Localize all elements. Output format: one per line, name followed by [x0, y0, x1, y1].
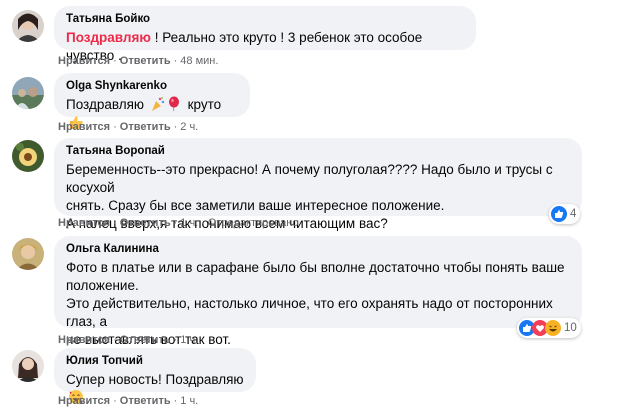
highlighted-text: Поздравляю [66, 30, 151, 45]
reaction-summary[interactable]: 10 [517, 318, 581, 338]
like-reaction-icon [551, 206, 567, 222]
comment-time[interactable]: 48 мин. [180, 55, 218, 67]
like-button[interactable]: Нравится [58, 334, 110, 346]
avatar[interactable] [12, 238, 44, 270]
avatar[interactable] [12, 140, 44, 172]
haha-reaction-icon [545, 320, 561, 336]
reply-button[interactable]: Ответить [120, 55, 171, 67]
reply-button[interactable]: Ответить [120, 217, 171, 229]
reaction-summary[interactable]: 4 [549, 204, 581, 224]
edited-label: Отредактировано [207, 217, 299, 229]
reaction-count: 10 [564, 322, 577, 334]
reply-button[interactable]: Ответить [120, 334, 171, 346]
party-popper-icon [150, 96, 166, 112]
comment-actions: Нравится · Ответить · 1 ч. · Отредактировано [58, 217, 299, 229]
comment-actions: Нравится · Ответить · 1 ч. [58, 334, 199, 346]
comment-actions: Нравится · Ответить · 2 ч. [58, 121, 199, 133]
comment-author[interactable]: Юлия Топчий [66, 354, 244, 369]
avatar[interactable] [12, 10, 44, 42]
comment-bubble: Ольга Калинина Фото в платье или в сараф… [54, 236, 582, 347]
reply-button[interactable]: Ответить [120, 121, 171, 133]
comment-actions: Нравится · Ответить · 1 ч. [58, 395, 199, 407]
balloon-icon [166, 96, 182, 112]
avatar[interactable] [12, 77, 44, 109]
comment-author[interactable]: Ольга Калинина [66, 242, 570, 257]
comment-bubble: Татьяна Бойко Поздравляю ! Реально это к… [54, 6, 476, 63]
like-button[interactable]: Нравится [58, 217, 110, 229]
comment-bubble: Татьяна Воропай Беременность--это прекра… [54, 138, 582, 231]
comment-time[interactable]: 1 ч. [180, 395, 198, 407]
comment-author[interactable]: Татьяна Воропай [66, 144, 570, 159]
like-button[interactable]: Нравится [58, 395, 110, 407]
comment-bubble: Olga Shynkarenko Поздравляю круто [54, 73, 250, 129]
like-button[interactable]: Нравится [58, 55, 110, 67]
comment-author[interactable]: Татьяна Бойко [66, 12, 464, 27]
comment-actions: Нравится · Ответить · 48 мин. [58, 55, 219, 67]
reply-button[interactable]: Ответить [120, 395, 171, 407]
comment-time[interactable]: 2 ч. [180, 121, 198, 133]
comment-author[interactable]: Olga Shynkarenko [66, 79, 238, 94]
comment-time[interactable]: 1 ч. [180, 334, 198, 346]
avatar[interactable] [12, 350, 44, 382]
comment-time[interactable]: 1 ч. [180, 217, 198, 229]
reaction-count: 4 [570, 208, 577, 220]
like-button[interactable]: Нравится [58, 121, 110, 133]
comment-bubble: Юлия Топчий Супер новость! Поздравляю [54, 348, 256, 404]
